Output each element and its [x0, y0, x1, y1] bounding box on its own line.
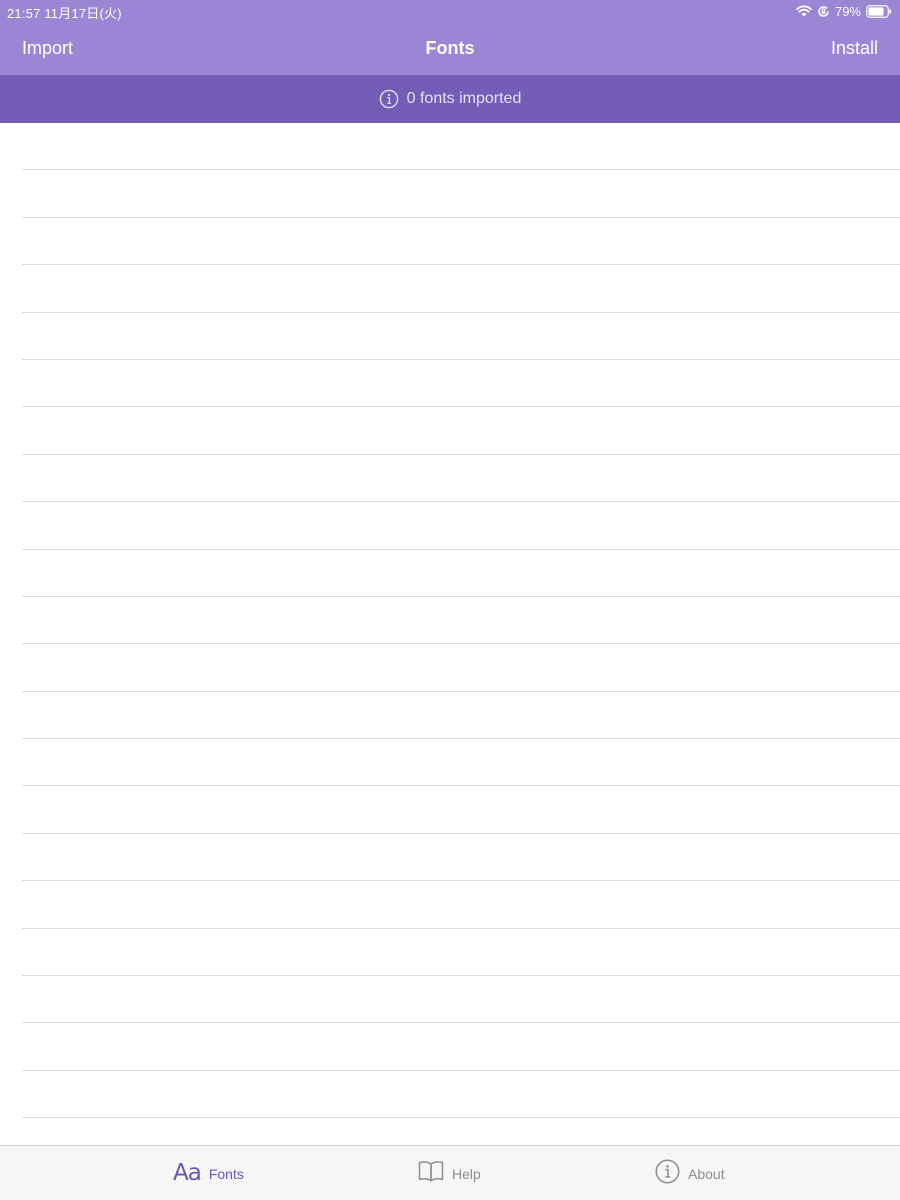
- list-row: [22, 644, 900, 692]
- tab-fonts-label: Fonts: [208, 1165, 244, 1182]
- list-row: [22, 360, 900, 408]
- list-row: [22, 881, 900, 929]
- list-row: [22, 170, 900, 218]
- info-icon: [655, 1159, 680, 1189]
- import-status-banner: 0 fonts imported: [0, 75, 900, 123]
- tab-about[interactable]: About: [655, 1146, 725, 1200]
- install-button[interactable]: Install: [831, 38, 878, 59]
- list-row: [22, 1071, 900, 1119]
- list-row: [22, 597, 900, 645]
- battery-icon: [866, 4, 892, 18]
- book-icon: [418, 1160, 444, 1187]
- list-row: [22, 407, 900, 455]
- battery-percent: 79%: [834, 3, 861, 19]
- orientation-lock-icon: [817, 5, 830, 18]
- tab-help-label: Help: [452, 1165, 481, 1182]
- tab-bar: Aa Fonts Help About: [0, 1145, 900, 1200]
- status-indicators: 79%: [796, 3, 892, 19]
- app-screen: 21:57 11月17日(火) 79% Import Fonts Install…: [0, 0, 900, 1200]
- info-icon: [379, 89, 399, 109]
- tab-help[interactable]: Help: [418, 1146, 481, 1200]
- list-row: [22, 834, 900, 882]
- list-row: [22, 976, 900, 1024]
- page-title: Fonts: [425, 38, 475, 58]
- list-row: [22, 455, 900, 503]
- list-row: [22, 265, 900, 313]
- list-row: [22, 550, 900, 597]
- list-row: [22, 502, 900, 550]
- wifi-icon: [796, 5, 812, 17]
- banner-text: 0 fonts imported: [406, 90, 522, 107]
- list-row: [22, 786, 900, 834]
- list-row: [22, 692, 900, 740]
- tab-fonts[interactable]: Aa Fonts: [173, 1146, 244, 1200]
- list-row: [22, 218, 900, 266]
- list-row: [22, 929, 900, 977]
- tab-about-label: About: [688, 1165, 725, 1182]
- list-row: [22, 739, 900, 787]
- list-row: [22, 313, 900, 360]
- list-row: [22, 123, 900, 171]
- font-list: [0, 123, 900, 1145]
- header: 21:57 11月17日(火) 79% Import Fonts Install: [0, 0, 900, 75]
- status-time: 21:57 11月17日(火): [7, 6, 122, 21]
- aa-icon: Aa: [173, 1160, 202, 1186]
- list-row: [22, 1023, 900, 1071]
